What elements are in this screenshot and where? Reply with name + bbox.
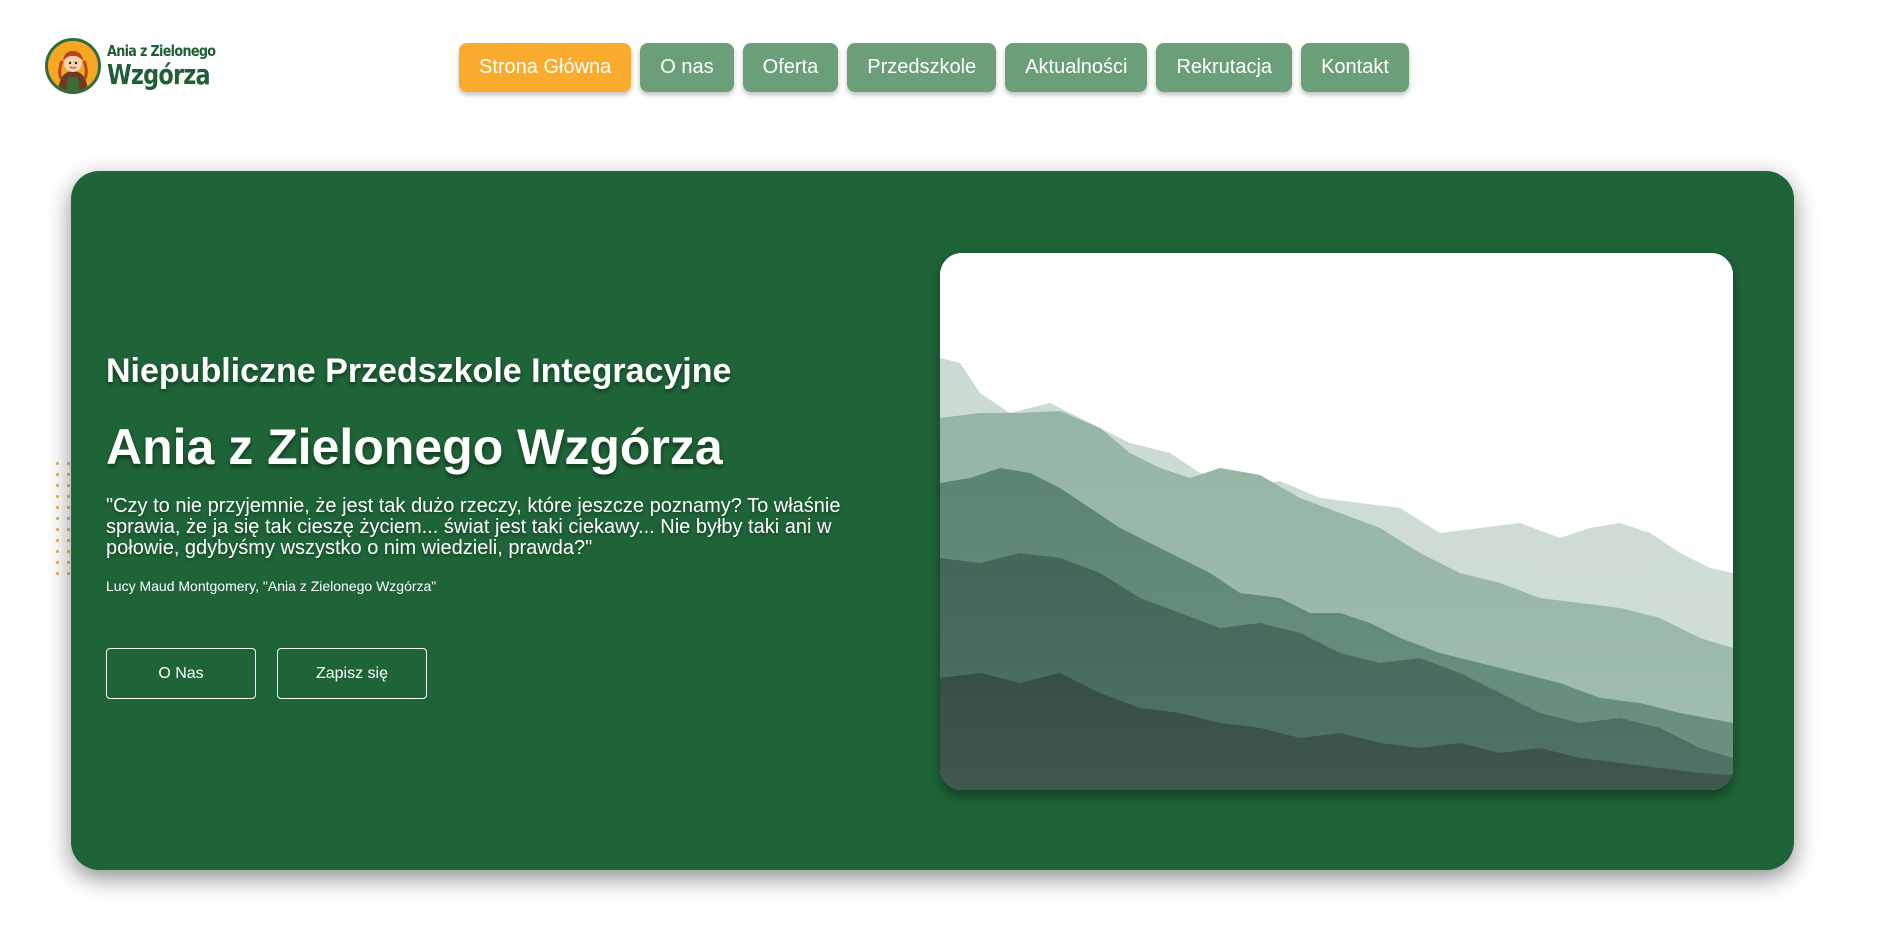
- nav-offer[interactable]: Oferta: [742, 43, 839, 92]
- logo-wordmark: Ania z Zielonego Wzgórza: [107, 41, 235, 91]
- girl-avatar-icon: [45, 38, 101, 94]
- site-header: Ania z Zielonego Wzgórza Strona Główna O…: [0, 0, 1889, 140]
- site-logo[interactable]: Ania z Zielonego Wzgórza: [45, 36, 235, 96]
- main-navigation: Strona Główna O nas Oferta Przedszkole A…: [459, 43, 1409, 92]
- mountains-image: [940, 253, 1733, 790]
- nav-about[interactable]: O nas: [640, 43, 734, 92]
- misty-mountains-illustration: [940, 253, 1733, 790]
- nav-contact[interactable]: Kontakt: [1301, 43, 1409, 92]
- hero-quote: "Czy to nie przyjemnie, że jest tak dużo…: [106, 495, 841, 559]
- logo-line-1: Ania z Zielonego: [107, 41, 216, 60]
- quote-author: Lucy Maud Montgomery, "Ania z Zielonego …: [106, 578, 437, 594]
- nav-news[interactable]: Aktualności: [1005, 43, 1148, 92]
- nav-recruitment[interactable]: Rekrutacja: [1156, 43, 1293, 92]
- hero-title: Ania z Zielonego Wzgórza: [106, 419, 723, 475]
- signup-button[interactable]: Zapisz się: [277, 648, 427, 699]
- nav-preschool[interactable]: Przedszkole: [847, 43, 997, 92]
- about-button[interactable]: O Nas: [106, 648, 256, 699]
- hero-subtitle: Niepubliczne Przedszkole Integracyjne: [106, 352, 732, 390]
- nav-home[interactable]: Strona Główna: [459, 43, 632, 92]
- logo-line-2: Wzgórza: [107, 57, 211, 91]
